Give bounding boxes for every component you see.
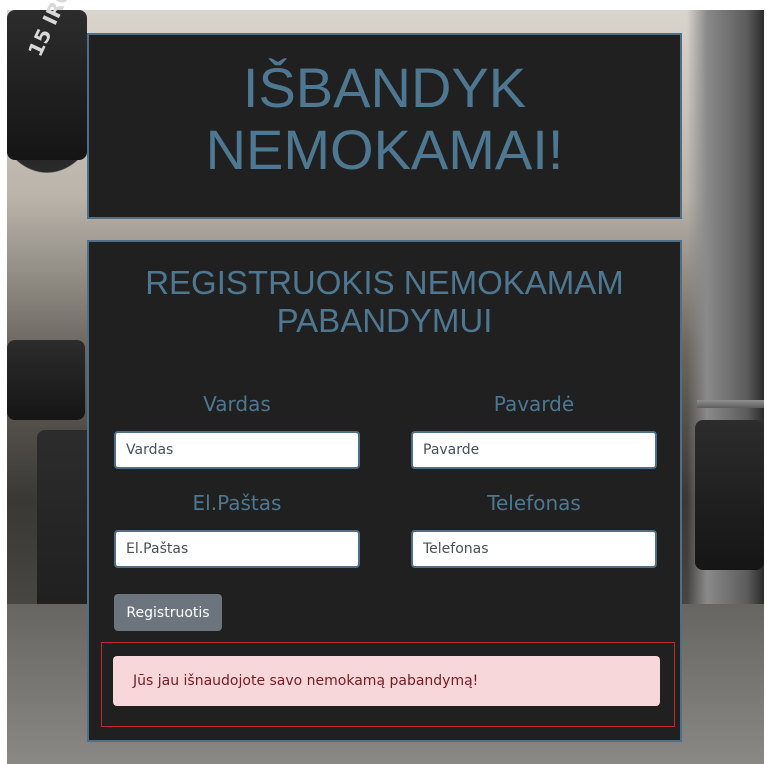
equipment-shape	[7, 340, 85, 420]
email-input[interactable]	[114, 530, 360, 568]
error-alert: Jūs jau išnaudojote savo nemokamą paband…	[113, 656, 660, 706]
dumbbell-rack-shape	[695, 420, 764, 570]
form-title: REGISTRUOKIS NEMOKAMAM PABANDYMUI	[89, 264, 680, 340]
registration-form: REGISTRUOKIS NEMOKAMAM PABANDYMUI Vardas…	[87, 240, 682, 742]
register-button[interactable]: Registruotis	[114, 594, 222, 631]
last-name-label: Pavardė	[493, 392, 575, 416]
first-name-input[interactable]	[114, 431, 360, 469]
phone-input[interactable]	[411, 530, 657, 568]
phone-label: Telefonas	[487, 491, 581, 515]
first-name-label: Vardas	[203, 392, 271, 416]
hero-title-line2: NEMOKAMAI!	[205, 118, 564, 181]
hero-title-line1: IŠBANDYK	[242, 56, 527, 119]
last-name-input[interactable]	[411, 431, 657, 469]
hero-panel: IŠBANDYK NEMOKAMAI!	[87, 33, 682, 219]
form-title-line1: REGISTRUOKIS NEMOKAMAM	[145, 264, 624, 301]
rack-bar	[697, 400, 764, 408]
alert-container: Jūs jau išnaudojote savo nemokamą paband…	[101, 642, 675, 727]
form-title-line2: PABANDYMUI	[276, 302, 493, 339]
email-label: El.Paštas	[192, 491, 282, 515]
hero-title: IŠBANDYK NEMOKAMAI!	[89, 57, 680, 181]
